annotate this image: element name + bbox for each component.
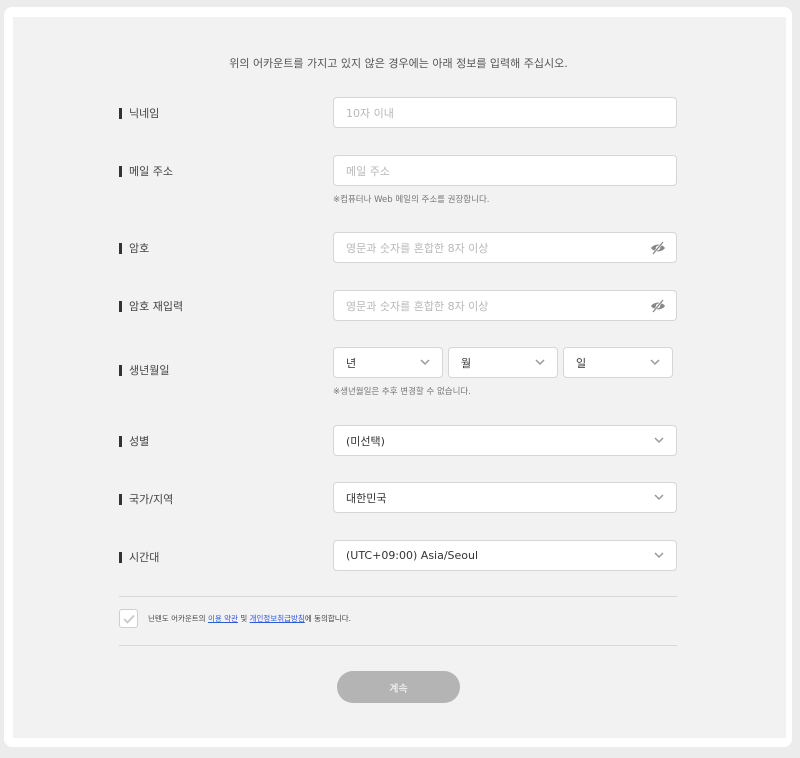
label-marker: [119, 165, 122, 177]
eye-slash-icon[interactable]: [650, 299, 666, 313]
birth-month-value: 월: [461, 356, 472, 370]
birth-year-value: 년: [346, 356, 357, 370]
label-marker: [119, 242, 122, 254]
nickname-label-text: 닉네임: [129, 107, 160, 120]
password-placeholder: 영문과 숫자를 혼합한 8자 이상: [346, 241, 489, 255]
label-marker: [119, 300, 122, 312]
check-icon: [123, 614, 135, 624]
password-confirm-label: 암호 재입력: [119, 298, 183, 314]
birth-day-value: 일: [576, 356, 587, 370]
timezone-label-text: 시간대: [129, 551, 160, 564]
gender-select[interactable]: (미선택): [333, 425, 677, 456]
password-label-text: 암호: [129, 242, 150, 255]
terms-link[interactable]: 이용 약관: [208, 614, 238, 623]
gender-label-text: 성별: [129, 435, 150, 448]
birthdate-hint: ※생년월일은 추후 변경할 수 없습니다.: [333, 387, 471, 397]
email-input[interactable]: 메일 주소: [333, 155, 677, 186]
label-marker: [119, 107, 122, 119]
country-label: 국가/지역: [119, 491, 173, 507]
agreement-prefix: 닌텐도 어카운트의: [148, 614, 208, 623]
eye-slash-icon[interactable]: [650, 241, 666, 255]
password-confirm-label-text: 암호 재입력: [129, 300, 184, 313]
password-input[interactable]: 영문과 숫자를 혼합한 8자 이상: [333, 232, 677, 263]
birthdate-label-text: 생년월일: [129, 364, 170, 377]
agreement-suffix: 에 동의합니다.: [304, 614, 351, 623]
password-label: 암호: [119, 240, 149, 256]
email-placeholder: 메일 주소: [346, 164, 390, 178]
password-confirm-input[interactable]: 영문과 숫자를 혼합한 8자 이상: [333, 290, 677, 321]
label-marker: [119, 364, 122, 376]
gender-value: (미선택): [346, 434, 385, 448]
chevron-down-icon: [535, 359, 545, 366]
agree-checkbox[interactable]: [119, 609, 138, 628]
country-label-text: 국가/지역: [129, 493, 174, 506]
divider: [119, 596, 677, 597]
chevron-down-icon: [650, 359, 660, 366]
timezone-value: (UTC+09:00) Asia/Seoul: [346, 549, 479, 562]
continue-button[interactable]: 계속: [337, 671, 460, 703]
birth-year-select[interactable]: 년: [333, 347, 443, 378]
timezone-select[interactable]: (UTC+09:00) Asia/Seoul: [333, 540, 677, 571]
birth-day-select[interactable]: 일: [563, 347, 673, 378]
label-marker: [119, 435, 122, 447]
divider: [119, 645, 677, 646]
label-marker: [119, 493, 122, 505]
country-value: 대한민국: [346, 491, 387, 505]
chevron-down-icon: [420, 359, 430, 366]
agreement-text: 닌텐도 어카운트의 이용 약관 및 개인정보취급방침에 동의합니다.: [148, 613, 351, 624]
gender-label: 성별: [119, 433, 149, 449]
nickname-input[interactable]: 10자 이내: [333, 97, 677, 128]
intro-text: 위의 어카운트를 가지고 있지 않은 경우에는 아래 정보를 입력해 주십시오.: [229, 57, 568, 70]
email-label-text: 메일 주소: [129, 165, 173, 178]
privacy-policy-link[interactable]: 개인정보취급방침: [250, 614, 305, 623]
agreement-middle: 및: [237, 614, 250, 623]
chevron-down-icon: [654, 552, 664, 559]
chevron-down-icon: [654, 494, 664, 501]
chevron-down-icon: [654, 437, 664, 444]
birth-month-select[interactable]: 월: [448, 347, 558, 378]
birthdate-label: 생년월일: [119, 362, 169, 378]
country-select[interactable]: 대한민국: [333, 482, 677, 513]
nickname-label: 닉네임: [119, 105, 159, 121]
nickname-placeholder: 10자 이내: [346, 106, 394, 120]
timezone-label: 시간대: [119, 549, 159, 565]
label-marker: [119, 551, 122, 563]
email-hint: ※컴퓨터나 Web 메일의 주소를 권장합니다.: [333, 195, 490, 205]
email-label: 메일 주소: [119, 163, 173, 179]
password-confirm-placeholder: 영문과 숫자를 혼합한 8자 이상: [346, 299, 489, 313]
